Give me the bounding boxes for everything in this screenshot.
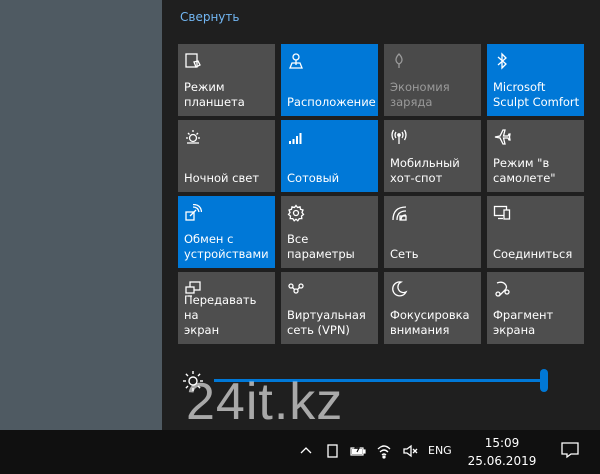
screen-snip-icon	[493, 280, 511, 298]
notification-icon	[560, 440, 580, 464]
gear-icon	[287, 204, 305, 222]
quick-action-tile[interactable]: Ночной свет	[178, 120, 275, 192]
quick-action-label: Режим планшета	[184, 80, 245, 109]
quick-action-tile[interactable]: Мобильный хот-спот	[384, 120, 481, 192]
quick-action-label: Обмен с устройствами	[184, 232, 269, 261]
quick-action-label: Microsoft Sculpt Comfort	[493, 80, 580, 109]
quick-action-label: Сеть	[390, 247, 419, 261]
taskbar: ENG 15:09 25.06.2019	[0, 430, 600, 474]
quick-action-tile[interactable]: Расположение	[281, 44, 378, 116]
network-icon	[390, 204, 408, 222]
clock[interactable]: 15:09 25.06.2019	[466, 434, 538, 470]
quick-action-tile[interactable]: Сотовый	[281, 120, 378, 192]
battery-saver-icon	[390, 52, 408, 70]
volume-muted-icon[interactable]	[400, 441, 420, 461]
tablet-mode-icon	[184, 52, 202, 70]
bluetooth-icon	[493, 52, 511, 70]
chevron-up-icon[interactable]	[296, 441, 316, 461]
quick-action-label: Передавать на экран	[184, 293, 257, 337]
quick-action-tile[interactable]: Обмен с устройствами	[178, 196, 275, 268]
mobile-hotspot-icon	[390, 128, 408, 146]
quick-action-label: Виртуальная сеть (VPN)	[287, 308, 366, 337]
night-light-icon	[184, 128, 202, 146]
wifi-icon[interactable]	[374, 441, 394, 461]
quick-action-tile[interactable]: Фрагмент экрана	[487, 272, 584, 344]
quick-action-label: Режим "в самолете"	[493, 156, 556, 185]
quick-actions-grid: Режим планшета Расположение Экономия заряд…	[178, 44, 584, 344]
tablet-icon[interactable]	[322, 441, 342, 461]
quick-action-label: Экономия заряда	[390, 80, 450, 109]
vpn-icon	[287, 280, 305, 298]
quick-action-label: Ночной свет	[184, 171, 260, 185]
quick-action-tile[interactable]: Соединиться	[487, 196, 584, 268]
quick-action-label: Сотовый	[287, 171, 340, 185]
quick-action-label: Все параметры	[287, 232, 355, 261]
input-language[interactable]: ENG	[428, 444, 452, 457]
clock-date: 25.06.2019	[467, 454, 537, 468]
action-center-panel: Свернуть Режим планшета Расположение Эконо…	[162, 0, 600, 430]
quick-action-label: Расположение	[287, 95, 376, 109]
collapse-link[interactable]: Свернуть	[180, 10, 239, 24]
quick-action-label: Соединиться	[493, 247, 573, 261]
nearby-sharing-icon	[184, 204, 202, 222]
focus-assist-icon	[390, 280, 408, 298]
quick-action-tile[interactable]: Все параметры	[281, 196, 378, 268]
quick-action-label: Мобильный хот-спот	[390, 156, 460, 185]
quick-action-label: Фокусировка внимания	[390, 308, 470, 337]
quick-action-label: Фрагмент экрана	[493, 308, 554, 337]
quick-action-tile[interactable]: Microsoft Sculpt Comfort	[487, 44, 584, 116]
quick-action-tile: Экономия заряда	[384, 44, 481, 116]
watermark: 24it.kz	[186, 373, 344, 431]
quick-action-tile[interactable]: Сеть	[384, 196, 481, 268]
connect-icon	[493, 204, 511, 222]
quick-action-tile[interactable]: Виртуальная сеть (VPN)	[281, 272, 378, 344]
quick-action-tile[interactable]: Фокусировка внимания	[384, 272, 481, 344]
quick-action-tile[interactable]: Режим планшета	[178, 44, 275, 116]
location-icon	[287, 52, 305, 70]
cellular-icon	[287, 128, 305, 146]
clock-time: 15:09	[484, 436, 520, 450]
quick-action-tile[interactable]: Передавать на экран	[178, 272, 275, 344]
system-tray	[296, 441, 420, 461]
airplane-icon	[493, 128, 511, 146]
battery-charging-icon[interactable]	[348, 441, 368, 461]
notification-button[interactable]	[540, 430, 600, 474]
brightness-slider-thumb[interactable]	[540, 369, 548, 392]
quick-action-tile[interactable]: Режим "в самолете"	[487, 120, 584, 192]
desktop-background	[0, 0, 162, 430]
